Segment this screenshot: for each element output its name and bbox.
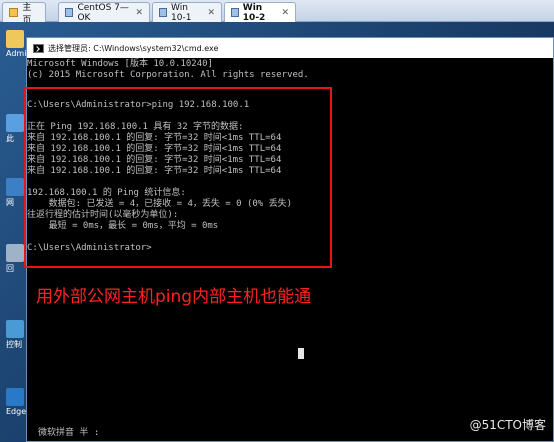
cmd-icon [33, 43, 44, 53]
tab-centos[interactable]: CentOS 7—OK ✕ [58, 2, 150, 23]
vm-icon [159, 8, 168, 17]
desktop-icon-recycle-bin[interactable]: 回 [6, 244, 26, 274]
tab-win10-1[interactable]: Win 10-1 ✕ [152, 2, 222, 23]
desktop-icon-edge[interactable]: Edge [6, 388, 26, 416]
window-titlebar[interactable]: 选择管理员: C:\Windows\system32\cmd.exe [27, 38, 553, 58]
tab-label: CentOS 7—OK [77, 2, 129, 23]
close-icon[interactable]: ✕ [281, 8, 289, 18]
recycle-bin-icon [6, 244, 24, 262]
admin-folder-icon [6, 30, 24, 48]
vm-tab-bar: 主页 CentOS 7—OK ✕ Win 10-1 ✕ Win 10-2 ✕ [0, 0, 554, 26]
desktop-icon-label: 回 [6, 264, 14, 273]
console-line: (c) 2015 Microsoft Corporation. All righ… [27, 70, 309, 80]
tab-label: Win 10-2 [242, 2, 266, 23]
window-title: 选择管理员: C:\Windows\system32\cmd.exe [48, 43, 219, 53]
close-icon[interactable]: ✕ [207, 8, 215, 18]
watermark: @51CTO博客 [469, 418, 546, 432]
tab-home[interactable]: 主页 [2, 2, 46, 26]
desktop-icon-label: Edge [6, 407, 27, 416]
desktop-icon-label: 此 [6, 134, 14, 143]
annotation-text: 用外部公网主机ping内部主机也能通 [36, 287, 312, 307]
desktop-icon-admin[interactable]: Admi [6, 30, 26, 58]
desktop-icon-label: Admi [6, 49, 27, 58]
control-panel-icon [6, 320, 24, 338]
tab-label: Win 10-1 [171, 2, 192, 23]
desktop-icon-control-panel[interactable]: 控制 [6, 320, 26, 350]
desktop-icon-label: 控制 [6, 340, 22, 349]
highlight-box [24, 87, 332, 268]
close-icon[interactable]: ✕ [135, 8, 143, 18]
console-line: Microsoft Windows [版本 10.0.10240] [27, 59, 213, 69]
network-icon [6, 178, 24, 196]
this-pc-icon [6, 114, 24, 132]
edge-icon [6, 388, 24, 406]
desktop-icon-label: 网 [6, 198, 14, 207]
text-cursor [298, 348, 304, 359]
vm-icon [65, 8, 74, 17]
desktop-icon-this-pc[interactable]: 此 [6, 114, 26, 144]
tab-win10-2[interactable]: Win 10-2 ✕ [224, 2, 296, 23]
vm-icon [231, 8, 239, 17]
home-icon [9, 8, 19, 17]
ime-status: 微软拼音 半 : [38, 428, 100, 438]
desktop-icon-network[interactable]: 网 [6, 178, 26, 208]
